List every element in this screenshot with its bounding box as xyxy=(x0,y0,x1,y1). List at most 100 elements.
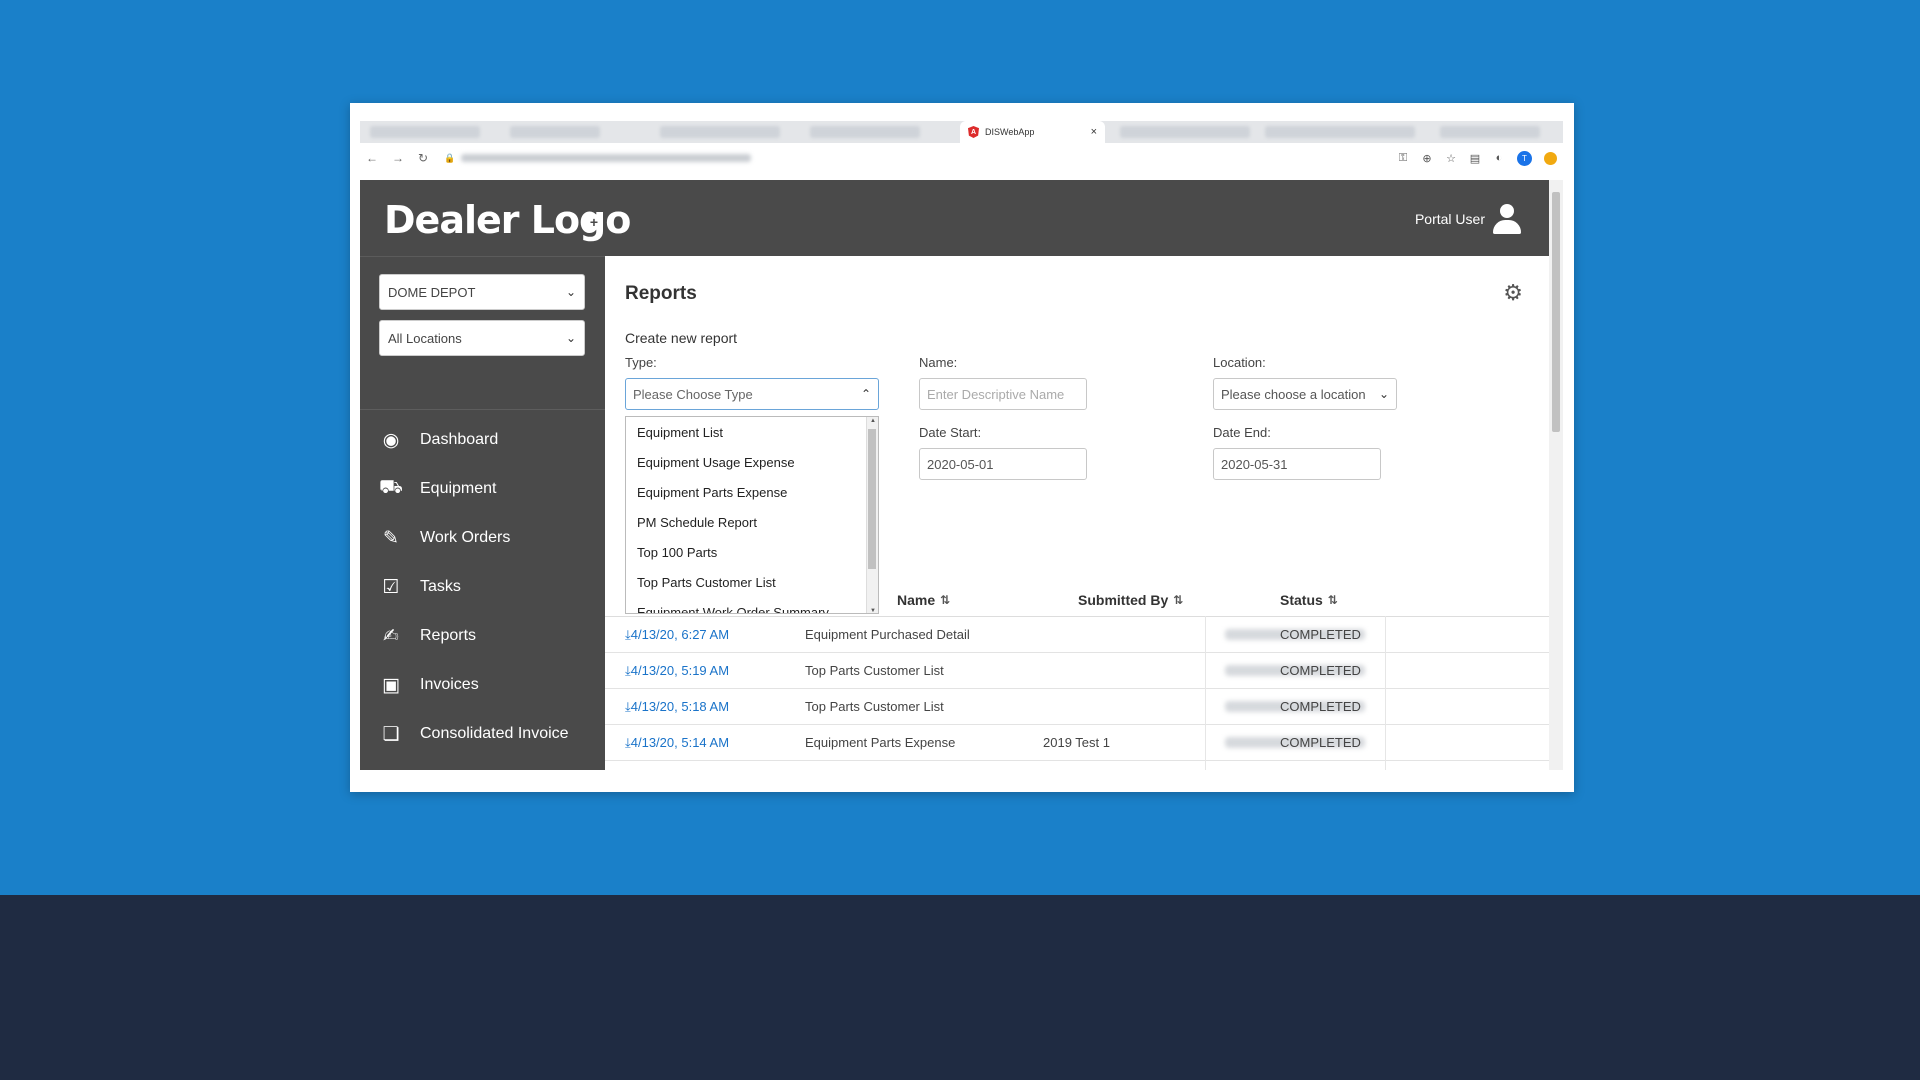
tab-title: DISWebApp xyxy=(985,127,1035,137)
sidebar-item-reports[interactable]: ✍ Reports xyxy=(378,621,476,651)
chevron-down-icon: ⌄ xyxy=(1378,387,1389,401)
sidebar-item-dashboard[interactable]: ◉ Dashboard xyxy=(378,425,499,455)
create-report-label: Create new report xyxy=(625,330,738,346)
page-scrollbar[interactable] xyxy=(1549,180,1563,770)
name-column-header[interactable]: Name ⇅ xyxy=(897,592,950,608)
report-icon: ✍ xyxy=(383,625,399,647)
blurred-tab[interactable] xyxy=(370,126,480,138)
dropdown-option[interactable]: Equipment List xyxy=(626,417,878,447)
sidebar-item-label: Equipment xyxy=(420,480,497,497)
date-end-input[interactable]: 2020-05-31 xyxy=(1213,448,1381,480)
name-input[interactable]: Enter Descriptive Name xyxy=(919,378,1087,410)
blurred-tab[interactable] xyxy=(1265,126,1415,138)
angular-favicon-icon: A xyxy=(968,126,979,138)
report-type-cell: Equipment Purchased Detail xyxy=(805,627,970,642)
dropdown-option[interactable]: Top 100 Parts xyxy=(626,537,878,567)
type-select[interactable]: Please Choose Type ⌃ xyxy=(625,378,879,410)
gear-icon[interactable]: ⚙ xyxy=(1503,280,1523,306)
table-row: ⤓4/13/20, 5:14 AM Equipment Parts Expens… xyxy=(605,725,1549,761)
sidebar-item-tasks[interactable]: ☑ Tasks xyxy=(378,572,461,602)
profile-avatar-icon[interactable]: T xyxy=(1517,150,1532,166)
eye-icon: ◉ xyxy=(382,429,400,451)
dropdown-option[interactable]: Equipment Parts Expense xyxy=(626,477,878,507)
location-select[interactable]: All Locations ⌄ xyxy=(379,320,585,356)
sidebar-item-label: Tasks xyxy=(420,578,461,595)
table-row: ⤓4/13/20, 5:18 AM Top Parts Customer Lis… xyxy=(605,689,1549,725)
blurred-tab[interactable] xyxy=(660,126,780,138)
status-cell: COMPLETED xyxy=(1280,699,1361,714)
sidebar-item-consolidated-invoice[interactable]: ❏ Consolidated Invoice xyxy=(378,719,569,749)
active-browser-tab[interactable]: A DISWebApp × xyxy=(960,121,1105,143)
dropdown-option[interactable]: Top Parts Customer List xyxy=(626,567,878,597)
download-report-link[interactable]: ⤓4/13/20, 5:18 AM xyxy=(625,699,729,715)
column-header-label: Status xyxy=(1280,592,1323,608)
user-name: Portal User xyxy=(1414,211,1485,227)
sidebar-item-invoices[interactable]: ▣ Invoices xyxy=(378,670,479,700)
dropdown-option[interactable]: PM Schedule Report xyxy=(626,507,878,537)
clipboard-edit-icon: ✎ xyxy=(383,527,399,549)
date-start-input[interactable]: 2020-05-01 xyxy=(919,448,1087,480)
extension-circle-icon[interactable]: ◐ xyxy=(1493,152,1505,164)
location-label: Location: xyxy=(1213,355,1266,370)
column-header-label: Name xyxy=(897,592,936,608)
column-separator xyxy=(1385,616,1386,770)
report-type-cell: Top Parts Customer List xyxy=(805,699,944,714)
url-field[interactable]: 🔒 xyxy=(444,150,754,166)
extension-badge-icon[interactable] xyxy=(1544,151,1557,165)
report-type-cell: Equipment Parts Expense xyxy=(805,735,956,750)
type-dropdown-list: Equipment List Equipment Usage Expense E… xyxy=(625,416,879,614)
browser-address-bar: ← → ↻ 🔒 ⚿ ⊕ ☆ ▤ ◐ T xyxy=(360,147,1563,169)
sidebar-divider xyxy=(360,409,605,410)
lock-icon: 🔒 xyxy=(444,152,456,163)
download-report-link[interactable]: ⤓4/13/20, 5:19 AM xyxy=(625,663,729,679)
pdf-extension-icon[interactable]: ▤ xyxy=(1469,152,1481,165)
blurred-tab[interactable] xyxy=(1440,126,1540,138)
blurred-tab[interactable] xyxy=(510,126,600,138)
location-select[interactable]: Please choose a location ⌄ xyxy=(1213,378,1397,410)
dropdown-option[interactable]: Equipment Usage Expense xyxy=(626,447,878,477)
bottom-band xyxy=(0,895,1920,1080)
sidebar-item-equipment[interactable]: ⛟ Equipment xyxy=(378,474,497,504)
key-icon[interactable]: ⚿ xyxy=(1397,152,1409,165)
star-icon[interactable]: ☆ xyxy=(1445,152,1457,165)
sidebar-item-label: Work Orders xyxy=(420,529,511,546)
dropdown-scrollbar[interactable]: ▲ ▼ xyxy=(866,417,878,613)
main-content: Reports ⚙ Create new report Type: Please… xyxy=(605,256,1549,770)
report-name-cell: 2019 Test 1 xyxy=(1043,735,1110,750)
app-viewport: Dealer Logo + Portal User DOME DEPOT ⌄ A… xyxy=(360,180,1549,770)
download-report-link[interactable]: ⤓4/13/20, 5:14 AM xyxy=(625,735,729,751)
date-start-label: Date Start: xyxy=(919,425,982,440)
forward-arrow-icon[interactable]: → xyxy=(392,151,404,165)
reload-icon[interactable]: ↻ xyxy=(418,151,428,165)
date-end-label: Date End: xyxy=(1213,425,1271,440)
app-header: Dealer Logo + Portal User xyxy=(360,180,1549,256)
dropdown-option[interactable]: Equipment Work Order Summary xyxy=(626,597,878,614)
user-icon xyxy=(1493,204,1521,234)
scroll-up-icon[interactable]: ▲ xyxy=(870,418,876,424)
blurred-tab[interactable] xyxy=(810,126,920,138)
sidebar-item-label: Consolidated Invoice xyxy=(420,725,569,742)
sidebar-item-work-orders[interactable]: ✎ Work Orders xyxy=(378,523,510,553)
user-menu[interactable]: Portal User xyxy=(1415,204,1521,234)
report-type-cell: Top Parts Customer List xyxy=(805,663,944,678)
status-cell: COMPLETED xyxy=(1280,735,1361,750)
download-report-link[interactable]: ⤓4/13/20, 6:27 AM xyxy=(625,627,729,643)
sidebar-item-label: Invoices xyxy=(420,676,479,693)
table-row: ⤓4/13/20, 5:19 AM Top Parts Customer Lis… xyxy=(605,653,1549,689)
screenshot-frame: A DISWebApp × ← → ↻ 🔒 ⚿ ⊕ ☆ ▤ ◐ T Dealer… xyxy=(350,103,1574,792)
column-separator xyxy=(1205,616,1206,770)
customer-select[interactable]: DOME DEPOT ⌄ xyxy=(379,274,585,310)
invoice-icon: ▣ xyxy=(382,674,400,696)
zoom-icon[interactable]: ⊕ xyxy=(1421,152,1433,165)
blurred-tab[interactable] xyxy=(1120,126,1250,138)
submitted-by-column-header[interactable]: Submitted By ⇅ xyxy=(1078,592,1183,608)
back-arrow-icon[interactable]: ← xyxy=(366,151,378,165)
name-label: Name: xyxy=(919,355,958,370)
dropdown-scroll-thumb[interactable] xyxy=(868,429,876,569)
customer-select-value: DOME DEPOT xyxy=(388,284,476,300)
sidebar-item-label: Reports xyxy=(420,627,477,644)
page-scroll-thumb[interactable] xyxy=(1552,192,1560,432)
tab-close-icon[interactable]: × xyxy=(1091,126,1097,138)
status-column-header[interactable]: Status ⇅ xyxy=(1280,592,1338,608)
browser-toolbar-icons: ⚿ ⊕ ☆ ▤ ◐ T xyxy=(1397,150,1557,166)
